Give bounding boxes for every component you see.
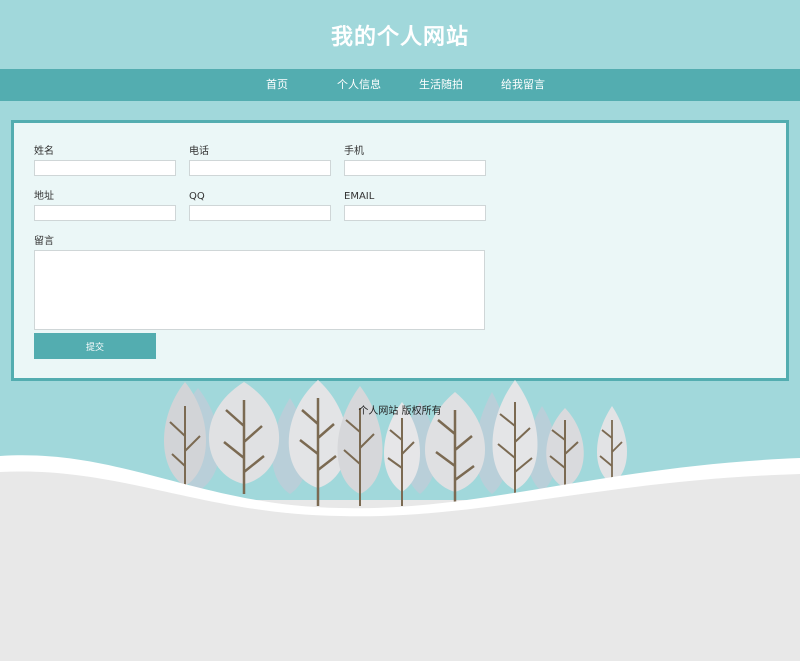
name-field-group: 姓名 xyxy=(34,145,176,176)
site-header: 我的个人网站 xyxy=(0,0,800,69)
address-input[interactable] xyxy=(34,205,176,221)
message-textarea[interactable] xyxy=(34,250,485,330)
phone-label: 电话 xyxy=(189,146,209,157)
email-input[interactable] xyxy=(344,205,486,221)
message-label: 留言 xyxy=(34,236,54,247)
qq-field-group: QQ xyxy=(189,190,331,221)
phone-field-group: 电话 xyxy=(189,145,331,176)
message-form-panel: 姓名 电话 手机 地址 QQ EMAIL 留言 提交 xyxy=(11,120,789,381)
main-nav: 首页 个人信息 生活随拍 给我留言 xyxy=(0,69,800,101)
message-field-group: 留言 xyxy=(34,235,485,330)
name-input[interactable] xyxy=(34,160,176,176)
mobile-label: 手机 xyxy=(344,146,364,157)
tree xyxy=(208,382,280,494)
nav-item-photos[interactable]: 生活随拍 xyxy=(400,69,482,101)
mobile-field-group: 手机 xyxy=(344,145,486,176)
submit-button[interactable]: 提交 xyxy=(34,333,156,359)
qq-label: QQ xyxy=(189,191,205,202)
copyright-text: 个人网站 版权所有 xyxy=(358,406,442,417)
email-field-group: EMAIL xyxy=(344,190,486,221)
qq-input[interactable] xyxy=(189,205,331,221)
nav-item-home[interactable]: 首页 xyxy=(236,69,318,101)
address-field-group: 地址 xyxy=(34,190,176,221)
phone-input[interactable] xyxy=(189,160,331,176)
nav-item-guestbook[interactable]: 给我留言 xyxy=(482,69,564,101)
address-label: 地址 xyxy=(34,191,54,202)
trees-illustration xyxy=(0,380,800,526)
site-title: 我的个人网站 xyxy=(330,24,469,50)
mobile-input[interactable] xyxy=(344,160,486,176)
nav-item-profile[interactable]: 个人信息 xyxy=(318,69,400,101)
name-label: 姓名 xyxy=(34,146,54,157)
email-label: EMAIL xyxy=(344,191,375,202)
